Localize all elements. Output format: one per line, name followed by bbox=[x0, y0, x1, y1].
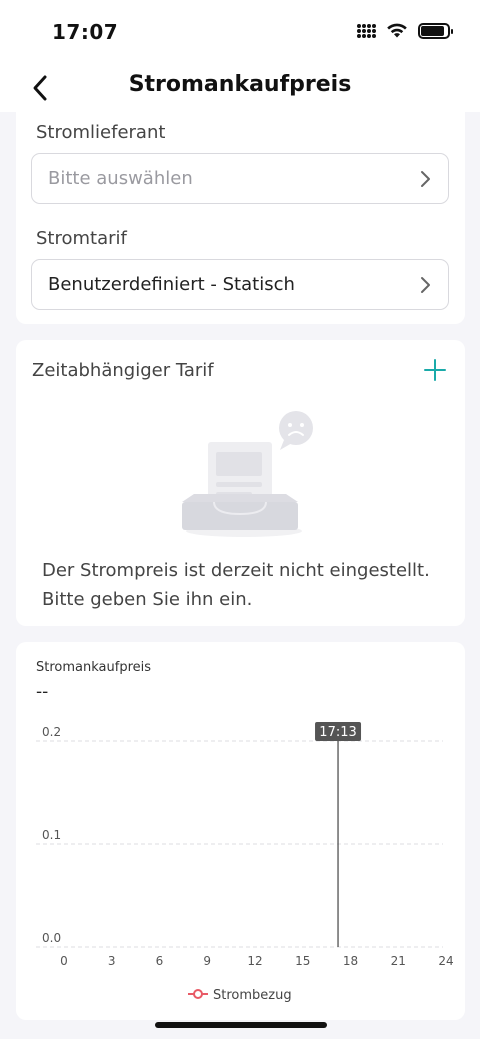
empty-state-message: Der Strompreis ist derzeit nicht eingest… bbox=[42, 556, 452, 614]
empty-state-illustration bbox=[182, 411, 313, 537]
x-tick-label: 21 bbox=[391, 954, 406, 968]
x-tick-label: 15 bbox=[295, 954, 310, 968]
x-tick-label: 9 bbox=[203, 954, 211, 968]
x-tick-label: 12 bbox=[247, 954, 262, 968]
plus-icon[interactable] bbox=[423, 358, 447, 382]
chevron-right-icon bbox=[421, 170, 430, 187]
supplier-select[interactable]: Bitte auswählen bbox=[31, 153, 449, 204]
status-time: 17:07 bbox=[52, 20, 119, 44]
page-title: Stromankaufpreis bbox=[128, 72, 352, 97]
time-tariff-title: Zeitabhängiger Tarif bbox=[32, 360, 214, 381]
tariff-value: Benutzerdefiniert - Statisch bbox=[48, 274, 295, 295]
legend-marker bbox=[193, 989, 203, 999]
home-indicator bbox=[155, 1022, 327, 1028]
navigation-bar: Stromankaufpreis bbox=[0, 64, 480, 112]
cellular-signal-icon bbox=[357, 23, 376, 38]
y-tick-label: 0.1 bbox=[42, 828, 61, 842]
x-tick-label: 0 bbox=[60, 954, 68, 968]
battery-level bbox=[421, 25, 445, 36]
y-tick-label: 0.0 bbox=[42, 931, 61, 945]
time-tariff-card: Zeitabhängiger Tarif Der Strompreis ist … bbox=[16, 340, 465, 626]
chevron-right-icon bbox=[421, 276, 430, 293]
legend-label: Strombezug bbox=[213, 988, 292, 1003]
x-tick-label: 3 bbox=[108, 954, 116, 968]
wifi-icon bbox=[387, 23, 407, 38]
y-tick-label: 0.2 bbox=[42, 725, 61, 739]
time-cursor-label: 17:13 bbox=[319, 725, 356, 740]
x-tick-label: 24 bbox=[438, 954, 453, 968]
battery-icon bbox=[418, 22, 453, 39]
empty-message-line-1: Der Strompreis ist derzeit nicht eingest… bbox=[42, 560, 430, 581]
price-chart[interactable]: 0.0 0.1 0.2 0 3 6 9 12 15 18 21 24 17:13 Strombezug bbox=[16, 642, 465, 1020]
x-tick-label: 18 bbox=[343, 954, 358, 968]
supplier-placeholder: Bitte auswählen bbox=[48, 168, 193, 189]
status-icons bbox=[357, 22, 453, 39]
price-chart-card: Stromankaufpreis -- 0.0 0.1 0.2 0 3 6 9 12 15 18 2… bbox=[16, 642, 465, 1020]
x-tick-label: 6 bbox=[156, 954, 164, 968]
empty-message-line-2: Bitte geben Sie ihn ein. bbox=[42, 589, 253, 610]
supplier-label: Stromlieferant bbox=[36, 122, 166, 143]
status-bar: 17:07 bbox=[0, 0, 480, 64]
tariff-select[interactable]: Benutzerdefiniert - Statisch bbox=[31, 259, 449, 310]
settings-card: Stromlieferant Bitte auswählen Stromtari… bbox=[16, 112, 465, 324]
tariff-label: Stromtarif bbox=[36, 228, 127, 249]
